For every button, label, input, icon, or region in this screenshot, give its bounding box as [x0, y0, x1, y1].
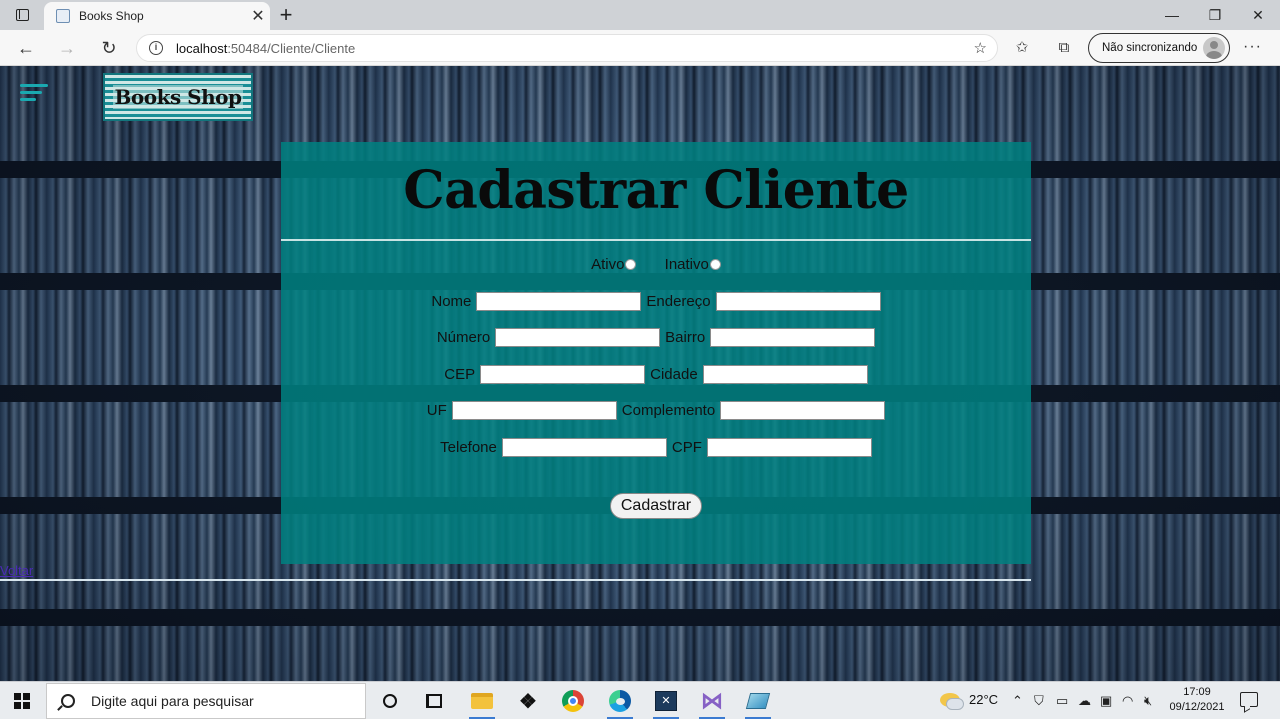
telefone-label: Telefone — [440, 439, 497, 456]
footer-divider — [0, 579, 1031, 581]
hamburger-menu-icon[interactable] — [20, 84, 48, 104]
close-tab-icon[interactable]: ✕ — [246, 6, 270, 26]
endereco-input[interactable] — [715, 292, 881, 311]
tray-expand-icon[interactable]: ⌃ — [1012, 693, 1023, 709]
minimize-icon[interactable]: — — [1152, 4, 1192, 26]
form-row-1: Nome Endereço — [281, 292, 1031, 311]
refresh-icon[interactable]: ↻ — [97, 36, 121, 60]
radio-active[interactable] — [625, 258, 637, 270]
profile-button[interactable]: Não sincronizando — [1088, 33, 1230, 63]
tab-actions-icon[interactable] — [10, 6, 34, 24]
complemento-input[interactable] — [720, 401, 886, 420]
wifi-icon[interactable]: ◠ — [1122, 693, 1133, 709]
new-tab-icon[interactable]: + — [276, 3, 296, 27]
weather-widget[interactable]: 22°C — [940, 692, 999, 710]
cep-label: CEP — [444, 366, 476, 383]
uf-label: UF — [426, 402, 447, 419]
chrome-icon[interactable] — [556, 686, 590, 716]
page-background: Books Shop Cadastrar Cliente Ativo Inati… — [0, 66, 1280, 681]
visual-studio-icon[interactable]: ⋈ — [695, 686, 729, 719]
browser-tab[interactable]: Books Shop ✕ — [44, 2, 270, 30]
forward-icon[interactable]: → — [55, 36, 79, 60]
favorites-icon[interactable]: ✩ — [1012, 38, 1032, 58]
nome-input[interactable] — [476, 292, 642, 311]
status-radio-group: Ativo Inativo — [281, 256, 1031, 273]
tab-title: Books Shop — [79, 9, 144, 23]
onedrive-icon[interactable]: ☁ — [1078, 693, 1091, 709]
dropbox-icon[interactable]: ❖ — [511, 686, 545, 716]
page-title: Cadastrar Cliente — [403, 160, 909, 221]
weather-icon — [940, 692, 964, 710]
form-row-3: CEP Cidade — [281, 365, 1031, 384]
bairro-label: Bairro — [665, 329, 706, 346]
url-host: localhost — [176, 40, 228, 56]
profile-status: Não sincronizando — [1102, 42, 1198, 54]
logo-text: Books Shop — [112, 85, 244, 109]
cpf-input[interactable] — [706, 438, 872, 457]
clock-time: 17:09 — [1183, 686, 1211, 698]
sql-server-icon[interactable]: ✕ — [649, 686, 683, 719]
form-row-2: Número Bairro — [281, 328, 1031, 347]
windows-start-icon[interactable] — [14, 693, 30, 709]
register-client-form: Cadastrar Cliente Ativo Inativo Nome End… — [281, 142, 1031, 564]
cidade-input[interactable] — [702, 365, 868, 384]
search-icon — [61, 694, 75, 708]
back-icon[interactable]: ← — [14, 36, 38, 60]
site-logo[interactable]: Books Shop — [103, 73, 253, 121]
task-view-icon[interactable] — [417, 686, 451, 716]
telefone-input[interactable] — [501, 438, 667, 457]
file-explorer-icon[interactable] — [465, 686, 499, 719]
nome-label: Nome — [431, 293, 472, 310]
radio-inactive[interactable] — [709, 258, 721, 270]
numero-label: Número — [436, 329, 491, 346]
search-placeholder: Digite aqui para pesquisar — [91, 693, 254, 709]
browser-toolbar: ← → ↻ i localhost :50484/Cliente/Cliente… — [0, 30, 1280, 66]
restore-icon[interactable]: ❐ — [1195, 4, 1235, 26]
endereco-label: Endereço — [646, 293, 711, 310]
clock-date: 09/12/2021 — [1169, 701, 1225, 713]
address-bar[interactable]: i localhost :50484/Cliente/Cliente ☆ — [136, 34, 998, 62]
cpf-label: CPF — [671, 439, 702, 456]
edge-icon[interactable] — [603, 686, 637, 719]
page-favicon-icon — [56, 9, 70, 23]
cortana-icon[interactable] — [373, 686, 407, 716]
radio-active-option[interactable]: Ativo — [591, 256, 637, 273]
complemento-label: Complemento — [621, 402, 716, 419]
notifications-icon[interactable] — [1240, 692, 1258, 707]
form-row-5: Telefone CPF — [281, 438, 1031, 457]
url-path: :50484/Cliente/Cliente — [227, 40, 356, 56]
notepad-icon[interactable] — [741, 686, 775, 719]
battery-icon[interactable]: ▭ — [1056, 693, 1068, 709]
radio-inactive-label: Inativo — [664, 256, 709, 273]
cep-input[interactable] — [480, 365, 646, 384]
uf-input[interactable] — [451, 401, 617, 420]
weather-temperature: 22°C — [969, 692, 999, 707]
back-link[interactable]: Voltar — [0, 563, 33, 578]
radio-inactive-option[interactable]: Inativo — [665, 256, 721, 273]
cidade-label: Cidade — [650, 366, 698, 383]
taskbar-search[interactable]: Digite aqui para pesquisar — [46, 683, 366, 719]
tray-app-icon[interactable]: ▣ — [1100, 693, 1112, 709]
collections-icon[interactable]: ⧉ — [1054, 38, 1074, 58]
site-info-icon[interactable]: i — [149, 41, 163, 55]
close-window-icon[interactable]: ✕ — [1238, 4, 1278, 26]
browser-tab-bar: Books Shop ✕ + — ❐ ✕ — [0, 0, 1280, 30]
title-divider — [281, 239, 1031, 241]
numero-input[interactable] — [495, 328, 661, 347]
system-clock[interactable]: 17:09 09/12/2021 — [1166, 685, 1228, 715]
add-favorite-icon[interactable]: ☆ — [974, 39, 987, 57]
form-row-4: UF Complemento — [281, 401, 1031, 420]
volume-muted-icon[interactable]: 🔇︎ — [1144, 693, 1152, 709]
more-menu-icon[interactable]: ··· — [1243, 38, 1262, 56]
tray-security-icon[interactable]: ⛉ — [1034, 693, 1044, 709]
avatar-icon — [1203, 37, 1225, 59]
radio-active-label: Ativo — [591, 256, 625, 273]
windows-taskbar: Digite aqui para pesquisar ❖ ✕ ⋈ 22°C ⌃ … — [0, 681, 1280, 719]
bairro-input[interactable] — [710, 328, 876, 347]
cadastrar-button[interactable]: Cadastrar — [610, 493, 702, 519]
